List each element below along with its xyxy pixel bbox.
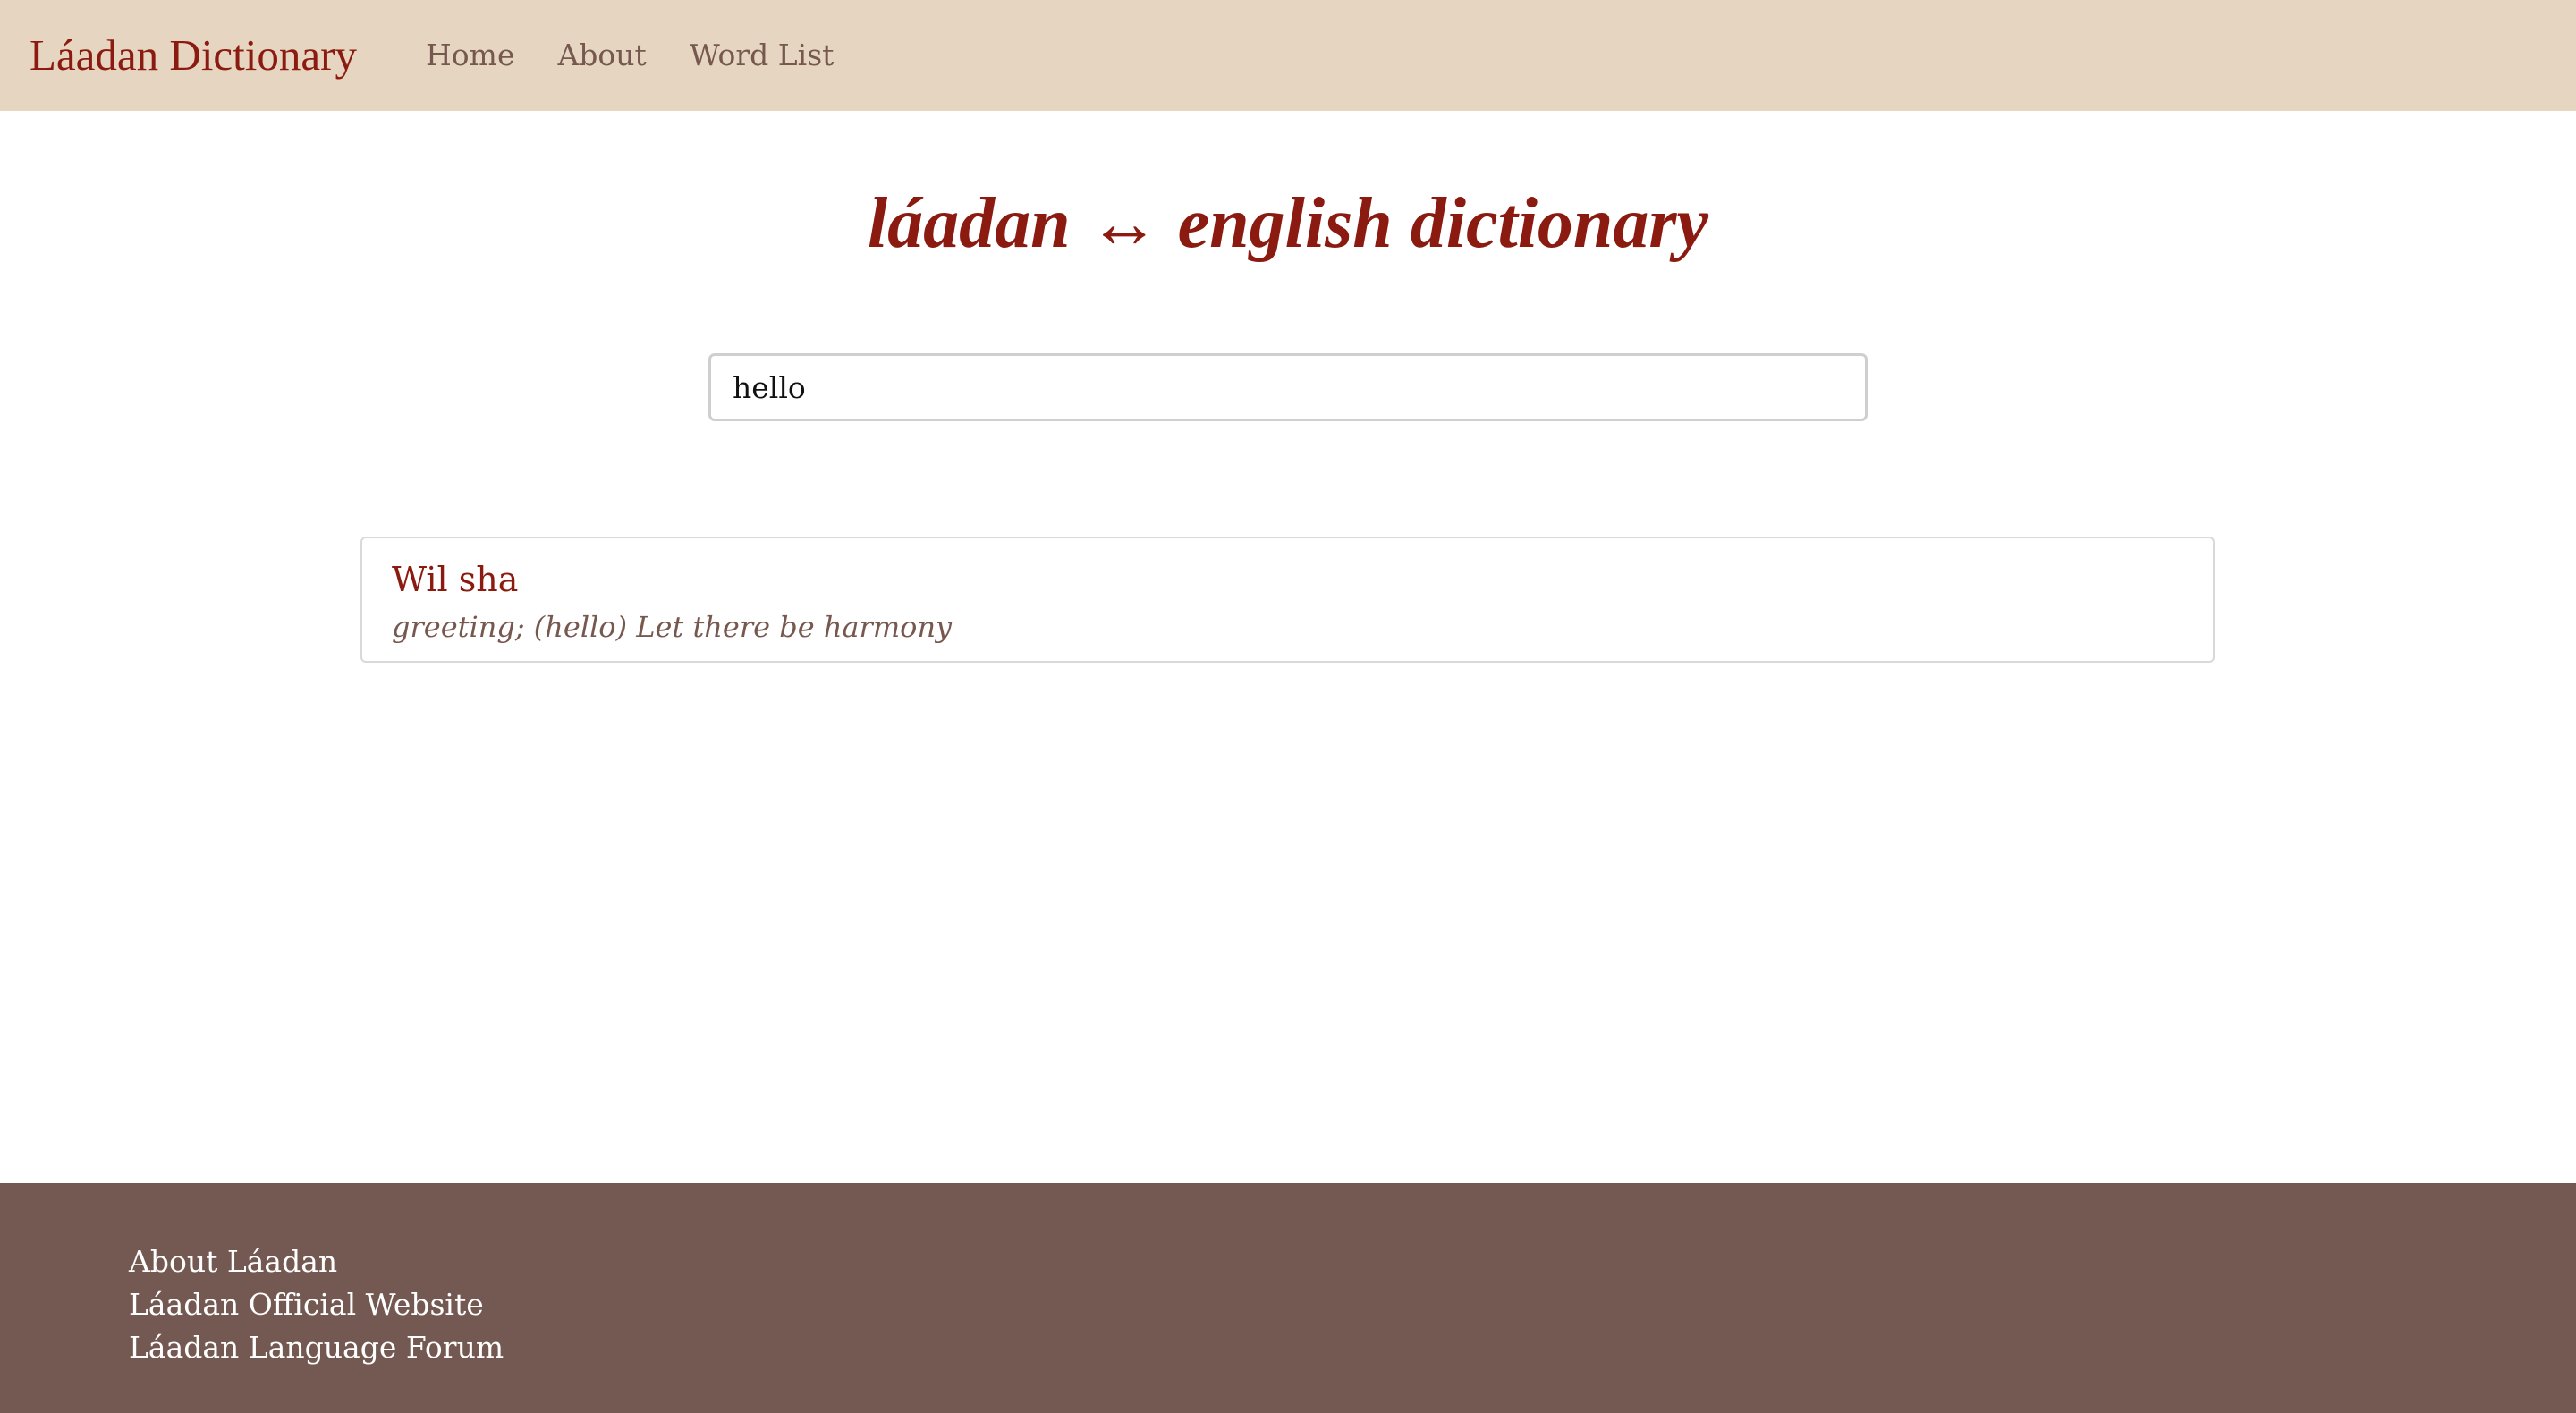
nav-link-word-list[interactable]: Word List [690, 32, 835, 79]
navbar: Láadan Dictionary Home About Word List [0, 0, 2576, 111]
nav-links: Home About Word List [426, 32, 877, 79]
result-word[interactable]: Wil sha [392, 557, 518, 602]
footer: About Láadan Láadan Official Website Láa… [0, 1183, 2576, 1413]
footer-link-about-laadan[interactable]: About Láadan [129, 1240, 504, 1283]
search-input[interactable] [708, 353, 1868, 421]
footer-links: About Láadan Láadan Official Website Láa… [129, 1240, 504, 1369]
footer-link-language-forum[interactable]: Láadan Language Forum [129, 1326, 504, 1369]
page-title: láadan ↔ english dictionary [867, 184, 1709, 263]
footer-link-official-website[interactable]: Láadan Official Website [129, 1283, 504, 1326]
result-card[interactable]: Wil sha greeting; (hello) Let there be h… [360, 537, 2215, 663]
nav-link-home[interactable]: Home [426, 32, 514, 79]
nav-link-about[interactable]: About [557, 32, 646, 79]
result-definition: greeting; (hello) Let there be harmony [392, 610, 953, 644]
brand-link[interactable]: Láadan Dictionary [30, 25, 357, 86]
